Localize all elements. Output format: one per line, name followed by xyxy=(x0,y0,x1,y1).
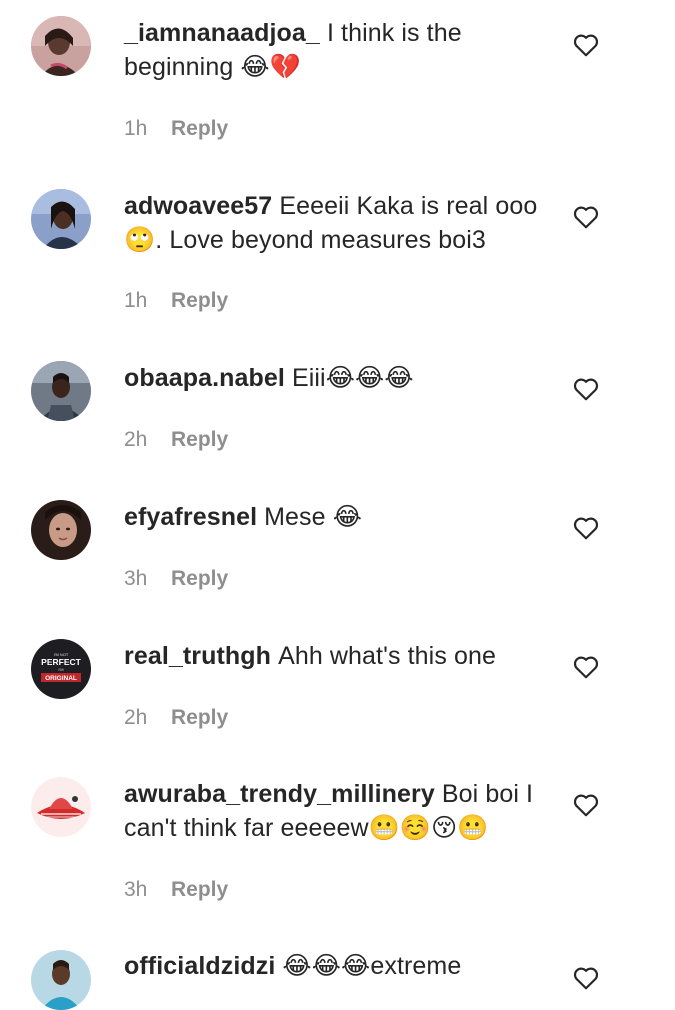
woman-portrait-avatar xyxy=(31,189,91,249)
logo-line3: I'M xyxy=(58,667,63,672)
avatar[interactable] xyxy=(31,500,91,560)
comment-username[interactable]: officialdzidzi xyxy=(124,952,275,980)
comment-timestamp: 1h xyxy=(124,289,148,312)
comment-meta: 2h Reply xyxy=(124,427,228,453)
woman-portrait-avatar xyxy=(31,500,91,560)
comment-text: officialdzidzi 😂😂😂extreme xyxy=(124,949,554,983)
reply-button[interactable]: Reply xyxy=(171,567,228,590)
comment-body: 😂😂😂extreme xyxy=(282,952,462,980)
comment-timestamp: 3h xyxy=(124,567,148,590)
comment-text: awuraba_trendy_millinery Boi boi I can't … xyxy=(124,777,554,845)
heart-outline-icon[interactable] xyxy=(573,793,599,817)
reply-button[interactable]: Reply xyxy=(171,706,228,729)
comment-meta: 3h Reply xyxy=(124,877,228,903)
heart-outline-icon[interactable] xyxy=(573,377,599,401)
comment-meta: 3h Reply xyxy=(124,566,228,592)
avatar[interactable]: I'M NOT PERFECT I'M ORIGINAL xyxy=(31,639,91,699)
woman-portrait-avatar xyxy=(31,16,91,76)
woman-portrait-avatar xyxy=(31,361,91,421)
heart-outline-icon[interactable] xyxy=(573,205,599,229)
comment-timestamp: 3h xyxy=(124,878,148,901)
logo-line4: ORIGINAL xyxy=(45,675,77,682)
comment-username[interactable]: adwoavee57 xyxy=(124,192,272,220)
woman-portrait-avatar xyxy=(31,950,91,1010)
comment-meta: 1h Reply xyxy=(124,288,228,314)
reply-button[interactable]: Reply xyxy=(171,878,228,901)
comment-text: efyafresnel Mese 😂 xyxy=(124,500,554,534)
heart-outline-icon[interactable] xyxy=(573,33,599,57)
comment-meta: 2h Reply xyxy=(124,705,228,731)
heart-outline-icon[interactable] xyxy=(573,516,599,540)
comment-meta: 1h Reply xyxy=(124,116,228,142)
avatar[interactable] xyxy=(31,777,91,837)
comment-timestamp: 2h xyxy=(124,428,148,451)
avatar[interactable] xyxy=(31,361,91,421)
comment-timestamp: 1h xyxy=(124,117,148,140)
comment-body: Eiii😂😂😂 xyxy=(291,364,414,392)
comment-username[interactable]: efyafresnel xyxy=(124,503,257,531)
comment-username[interactable]: obaapa.nabel xyxy=(124,364,285,392)
comment-username[interactable]: awuraba_trendy_millinery xyxy=(124,780,435,808)
comment-text: real_truthgh Ahh what's this one xyxy=(124,639,554,673)
comment-body: Ahh what's this one xyxy=(278,642,496,670)
heart-outline-icon[interactable] xyxy=(573,655,599,679)
logo-line2: PERFECT xyxy=(41,657,81,667)
avatar[interactable] xyxy=(31,950,91,1010)
reply-button[interactable]: Reply xyxy=(171,289,228,312)
avatar[interactable] xyxy=(31,189,91,249)
comment-text: adwoavee57 Eeeeii Kaka is real ooo 🙄. Lov… xyxy=(124,189,554,257)
comment-username[interactable]: _iamnanaadjoa_ xyxy=(124,19,320,47)
avatar[interactable] xyxy=(31,16,91,76)
hat-brand-avatar xyxy=(31,777,91,837)
comment-timestamp: 2h xyxy=(124,706,148,729)
heart-outline-icon[interactable] xyxy=(573,966,599,990)
reply-button[interactable]: Reply xyxy=(171,428,228,451)
comment-body: Mese 😂 xyxy=(264,503,363,531)
reply-button[interactable]: Reply xyxy=(171,117,228,140)
comment-username[interactable]: real_truthgh xyxy=(124,642,271,670)
comment-text: _iamnanaadjoa_ I think is the beginning 😂… xyxy=(124,16,554,84)
comment-text: obaapa.nabel Eiii😂😂😂 xyxy=(124,361,554,395)
text-logo-avatar: I'M NOT PERFECT I'M ORIGINAL xyxy=(31,639,91,699)
